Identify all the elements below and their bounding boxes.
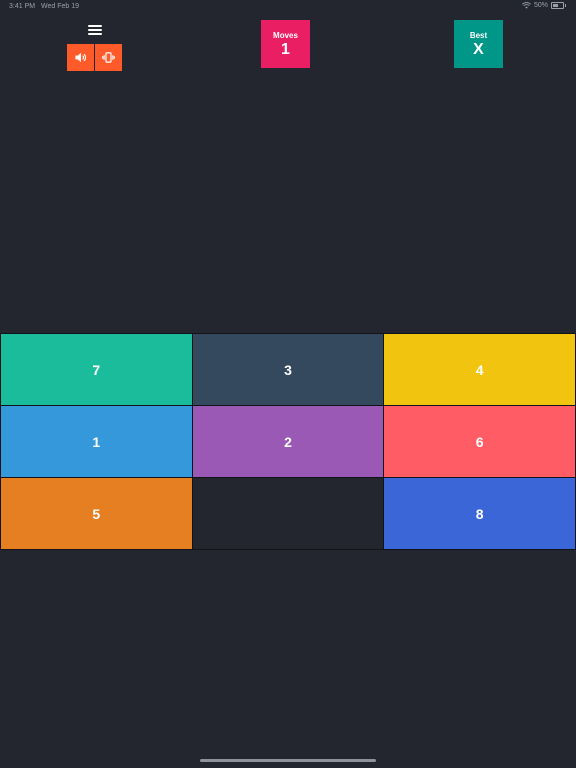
best-value: X (473, 41, 484, 58)
vibrate-toggle-button[interactable] (95, 44, 122, 71)
settings-toggles (67, 44, 122, 71)
status-bar: 3:41 PM Wed Feb 19 50% (0, 0, 576, 14)
sound-toggle-button[interactable] (67, 44, 94, 71)
vibrate-icon (102, 52, 115, 63)
moves-counter: Moves 1 (261, 20, 310, 68)
puzzle-tile[interactable]: 7 (1, 334, 192, 405)
puzzle-tile[interactable]: 1 (1, 406, 192, 477)
puzzle-tile[interactable]: 3 (192, 334, 384, 405)
speaker-icon (75, 52, 87, 63)
home-indicator[interactable] (200, 759, 376, 762)
hamburger-menu-icon[interactable] (86, 22, 104, 38)
empty-slot (192, 478, 384, 549)
status-indicators: 50% (522, 2, 566, 9)
puzzle-tile[interactable]: 2 (192, 406, 384, 477)
moves-label: Moves (273, 31, 298, 40)
battery-percent: 50% (533, 2, 548, 9)
battery-icon (551, 2, 566, 9)
game-screen: 3:41 PM Wed Feb 19 50% Moves 1 Best X 7 … (0, 0, 576, 768)
puzzle-tile[interactable]: 8 (384, 478, 575, 549)
puzzle-board: 734 126 5 8 (0, 333, 576, 550)
best-score: Best X (454, 20, 503, 68)
status-time: 3:41 PM (9, 3, 36, 10)
wifi-icon (522, 2, 531, 9)
status-date: Wed Feb 19 (41, 3, 80, 10)
puzzle-tile[interactable]: 6 (384, 406, 575, 477)
puzzle-tile[interactable]: 4 (384, 334, 575, 405)
best-label: Best (469, 31, 488, 40)
puzzle-tile[interactable]: 5 (1, 478, 192, 549)
moves-value: 1 (281, 41, 290, 58)
